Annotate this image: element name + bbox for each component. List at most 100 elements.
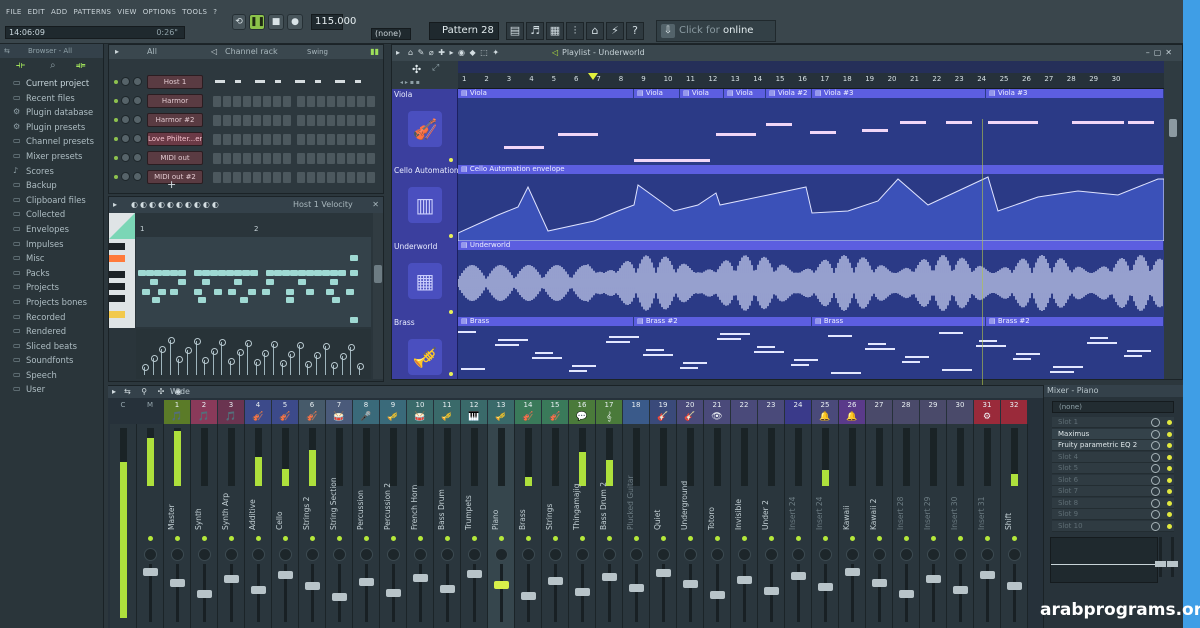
piano-roll-note[interactable] <box>158 289 166 295</box>
clip-label[interactable]: ▤ Viola #2 <box>766 89 811 98</box>
mixer-channel-strip[interactable]: Strings <box>542 424 569 628</box>
mix-knob[interactable] <box>1151 487 1160 496</box>
browser-item[interactable]: ▭ Sliced beats <box>0 339 103 354</box>
mixer-icon[interactable]: ⫶ <box>566 22 584 40</box>
velocity-bar[interactable] <box>176 356 184 375</box>
channel-enable-led[interactable] <box>877 536 882 541</box>
volume-fader[interactable] <box>816 564 835 624</box>
piano-roll-note[interactable] <box>282 270 290 276</box>
volume-fader[interactable] <box>384 564 403 624</box>
piano-roll-note[interactable] <box>178 279 186 285</box>
mix-knob[interactable] <box>1151 452 1160 462</box>
step-button[interactable] <box>307 96 315 107</box>
piano-roll-note[interactable] <box>234 270 242 276</box>
track-header[interactable]: Cello Automation ▥ <box>392 165 459 241</box>
slot-enable-led[interactable] <box>1167 489 1172 494</box>
mixer-channel-strip[interactable]: Invisible <box>731 424 758 628</box>
channel-led[interactable] <box>114 80 118 84</box>
pan-knob[interactable] <box>360 548 373 561</box>
piano-roll-note[interactable] <box>298 279 306 285</box>
browser-item[interactable]: ▭ Recent files <box>0 91 103 106</box>
browser-item[interactable]: ▭ Envelopes <box>0 222 103 237</box>
fx-slot[interactable]: Slot 1 <box>1052 417 1174 428</box>
playlist-track[interactable]: Brass 🎺 ▤ Brass ▤ Brass #2 ▤ Brass ▤ Brass #2 <box>392 317 1164 379</box>
mixer-channel-strip[interactable]: Synth <box>191 424 218 628</box>
step-button[interactable] <box>337 172 345 183</box>
fx-slot[interactable]: Slot 5 <box>1052 463 1174 474</box>
velocity-bar[interactable] <box>262 350 270 375</box>
pan-knob[interactable] <box>387 548 400 561</box>
step-button[interactable] <box>297 172 305 183</box>
fx-slot[interactable]: Slot 9 <box>1052 509 1174 520</box>
track-active-led[interactable] <box>449 372 453 376</box>
step-button[interactable] <box>273 172 281 183</box>
piano-roll-note[interactable] <box>202 279 210 285</box>
pattern-song-toggle[interactable]: ⟲ <box>232 14 246 30</box>
pan-knob[interactable] <box>738 548 751 561</box>
menu-item-edit[interactable]: EDIT <box>28 8 45 16</box>
fader-cap[interactable] <box>1007 582 1022 590</box>
step-button[interactable] <box>273 115 281 126</box>
mixer-channel-strip[interactable]: Shift <box>1001 424 1028 628</box>
track-header[interactable]: Underworld ▦ <box>392 241 458 317</box>
fader-cap[interactable] <box>170 579 185 587</box>
channel-enable-led[interactable] <box>418 536 423 541</box>
rack-options-icon[interactable]: ▮▮ <box>370 45 379 59</box>
channel-row[interactable]: Love Philter...ency <box>109 130 385 149</box>
step-button[interactable] <box>327 172 335 183</box>
velocity-bar[interactable] <box>210 348 218 375</box>
pan-knob[interactable] <box>792 548 805 561</box>
clip-label[interactable]: ▤ Viola <box>634 89 679 98</box>
piano-roll-note[interactable] <box>152 297 160 303</box>
channel-row[interactable]: MIDI out <box>109 149 385 168</box>
piano-roll-note[interactable] <box>234 279 242 285</box>
mix-knob[interactable] <box>1151 498 1160 508</box>
piano-roll-note[interactable] <box>162 270 170 276</box>
track-lane[interactable]: ▤ Underworld <box>458 241 1164 317</box>
channel-rack-icon[interactable]: ▦ <box>546 22 564 40</box>
step-button[interactable] <box>213 115 221 126</box>
mixer-channel-strip[interactable]: Additive <box>245 424 272 628</box>
step-button[interactable] <box>367 96 375 107</box>
playlist-track[interactable]: Cello Automation ▥ ▤ Cello Automation enve… <box>392 165 1164 241</box>
piano-roll-note[interactable] <box>218 270 226 276</box>
piano-roll-note[interactable] <box>194 289 202 295</box>
step-button[interactable] <box>357 115 365 126</box>
mixer-channel-strip[interactable]: String Section <box>326 424 353 628</box>
step-button[interactable] <box>307 153 315 164</box>
clip-label[interactable]: ▤ Brass #2 <box>986 317 1163 326</box>
step-button[interactable] <box>213 96 221 107</box>
fader-cap[interactable] <box>575 588 590 596</box>
pan-knob[interactable] <box>603 548 616 561</box>
step-button[interactable] <box>307 172 315 183</box>
piano-roll-icon[interactable]: ♬ <box>526 22 544 40</box>
velocity-bar[interactable] <box>167 337 175 375</box>
fx-slot[interactable]: Slot 4 <box>1052 451 1174 463</box>
step-button[interactable] <box>337 134 345 145</box>
step-button[interactable] <box>307 115 315 126</box>
browser-item[interactable]: ▭ Rendered <box>0 324 103 339</box>
piano-roll-note[interactable] <box>170 270 178 276</box>
channel-enable-led[interactable] <box>526 536 531 541</box>
channel-enable-led[interactable] <box>175 536 180 541</box>
track-active-led[interactable] <box>449 234 453 238</box>
step-button[interactable] <box>317 172 325 183</box>
pan-knob[interactable] <box>765 548 778 561</box>
fader-cap[interactable] <box>818 583 833 591</box>
volume-knob[interactable] <box>133 96 142 105</box>
fx-slot[interactable]: Maximus <box>1052 428 1174 440</box>
slot-enable-led[interactable] <box>1167 523 1172 529</box>
step-button[interactable] <box>337 96 345 107</box>
channel-enable-led[interactable] <box>823 536 828 541</box>
step-button[interactable] <box>223 96 231 107</box>
record-button[interactable]: ● <box>287 14 303 30</box>
piano-roll-note[interactable] <box>248 289 256 295</box>
mixer-channel-strip[interactable]: Insert 28 <box>893 424 920 628</box>
volume-fader[interactable] <box>681 564 700 624</box>
velocity-bar[interactable] <box>219 339 227 375</box>
mixer-channel-strip[interactable]: Totoro <box>704 424 731 628</box>
step-button[interactable] <box>317 134 325 145</box>
mixer-channel-strip[interactable]: Kawaii <box>839 424 866 628</box>
volume-fader[interactable] <box>762 564 781 624</box>
fx-fader-cap[interactable] <box>1155 561 1166 567</box>
